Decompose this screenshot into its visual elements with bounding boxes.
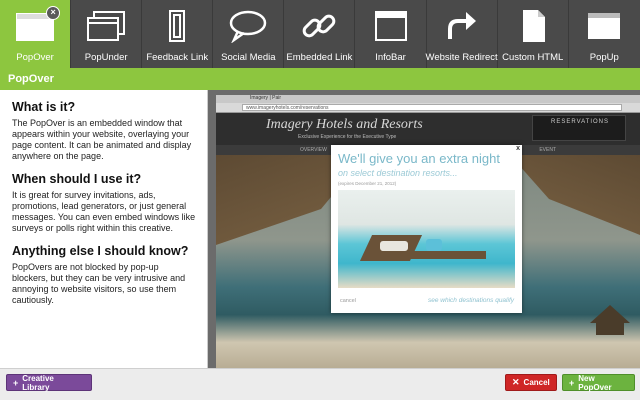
tool-label: Website Redirect (425, 52, 498, 63)
popover-preview: x We'll give you an extra night on selec… (331, 145, 522, 313)
chair-seat (406, 251, 486, 259)
redirect-arrow-icon (438, 6, 486, 46)
section-heading: When should I use it? (12, 172, 142, 186)
tool-label: Custom HTML (502, 52, 564, 63)
browser-chrome: Imagery | Pair www.imageryhotels.com/res… (216, 95, 640, 113)
popover-destinations-link[interactable]: see which destinations qualify (428, 297, 514, 304)
new-popover-button[interactable]: + New PopOver (562, 373, 635, 392)
close-icon[interactable]: x (516, 145, 520, 152)
creative-type-toolbar: × PopOver PopUnder Feedback Link Social … (0, 0, 640, 68)
nav-item: EVENT (539, 147, 556, 153)
infobar-icon (367, 6, 415, 46)
browser-tabs: Imagery | Pair (216, 95, 640, 103)
cushion (380, 241, 408, 251)
plus-icon: + (13, 377, 19, 388)
section-heading: Anything else I should know? (12, 244, 189, 258)
popover-subline: on select destination resorts... (338, 168, 458, 178)
plus-icon: + (569, 377, 575, 388)
section-heading: What is it? (12, 100, 76, 114)
site-tagline: Exclusive Experience for the Executive T… (298, 134, 397, 140)
reservations-label: RESERVATIONS (551, 119, 610, 125)
section-body: PopOvers are not blocked by pop-up block… (12, 262, 186, 305)
tool-label: PopOver (16, 52, 54, 63)
pool-lounger-image (338, 190, 515, 288)
button-label: Cancel (523, 378, 550, 387)
reservations-box: RESERVATIONS (532, 115, 626, 141)
nav-item: OVERVIEW (300, 147, 327, 153)
tool-popover[interactable]: × PopOver (0, 0, 72, 68)
chain-link-icon (295, 6, 343, 46)
site-logo: Imagery Hotels and Resorts (266, 117, 423, 132)
page-title: PopOver (0, 68, 640, 90)
site-header: Imagery Hotels and Resorts Exclusive Exp… (216, 113, 640, 145)
thatched-roof (510, 155, 640, 235)
bottom-bar: + Creative Library ✕ Cancel + New PopOve… (0, 368, 640, 400)
popunder-icon (82, 6, 130, 46)
popover-cancel-link[interactable]: cancel (340, 298, 356, 304)
tool-infobar[interactable]: InfoBar (355, 0, 427, 68)
pillow (426, 239, 442, 251)
button-label: New PopOver (578, 373, 612, 392)
tool-label: Embedded Link (286, 52, 353, 63)
speech-bubble-icon (224, 6, 272, 46)
tool-popup[interactable]: PopUp (569, 0, 640, 68)
popover-headline: We'll give you an extra night (338, 151, 500, 166)
tool-label: Feedback Link (146, 52, 209, 63)
tool-embedded-link[interactable]: Embedded Link (284, 0, 356, 68)
feedback-link-icon (153, 6, 201, 46)
tool-feedback-link[interactable]: Feedback Link (142, 0, 214, 68)
lounge-chair (359, 235, 486, 265)
tool-custom-html[interactable]: Custom HTML (498, 0, 569, 68)
creative-library-button[interactable]: + Creative Library (6, 373, 92, 392)
section-body: The PopOver is an embedded window that a… (12, 118, 192, 161)
browser-tab: Imagery | Pair (250, 95, 282, 101)
tool-label: PopUnder (84, 52, 128, 63)
beach-hut (590, 305, 630, 335)
document-icon (509, 6, 557, 46)
close-icon[interactable]: × (46, 6, 61, 20)
popover-expiry: (expires December 21, 2012) (338, 181, 397, 186)
tool-label: InfoBar (375, 52, 406, 63)
tool-label: PopUp (589, 52, 619, 63)
section-body: It is great for survey invitations, ads,… (12, 190, 196, 233)
button-label: Creative Library (22, 373, 54, 392)
tool-label: Social Media (221, 52, 276, 63)
tool-social-media[interactable]: Social Media (213, 0, 285, 68)
info-panel: What is it? The PopOver is an embedded w… (0, 90, 208, 368)
popup-window-icon (580, 6, 628, 46)
close-icon: ✕ (512, 377, 520, 387)
url-bar: www.imageryhotels.com/reservations (242, 104, 622, 111)
tool-popunder[interactable]: PopUnder (71, 0, 143, 68)
cancel-button[interactable]: ✕ Cancel (505, 374, 557, 391)
tool-website-redirect[interactable]: Website Redirect (425, 0, 498, 68)
